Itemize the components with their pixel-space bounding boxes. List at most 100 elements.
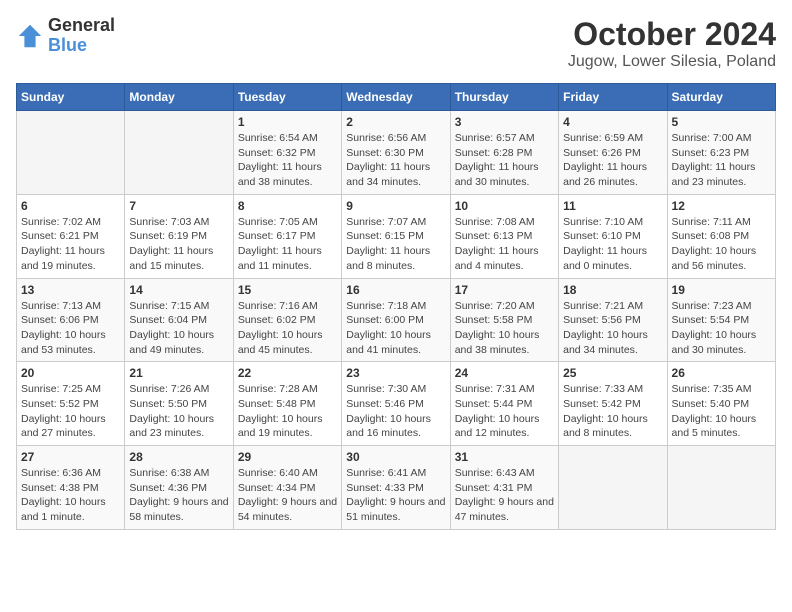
cell-info: Sunrise: 7:21 AM Sunset: 5:56 PM Dayligh… [563,299,662,358]
page-subtitle: Jugow, Lower Silesia, Poland [568,53,776,71]
cell-day-number: 21 [129,366,228,380]
cell-day-number: 17 [455,283,554,297]
week-row-3: 13 Sunrise: 7:13 AM Sunset: 6:06 PM Dayli… [17,278,776,362]
calendar-cell: 26Sunrise: 7:35 AM Sunset: 5:40 PM Dayli… [667,362,775,446]
logo-line2: Blue [48,36,115,56]
cell-info: Sunrise: 7:30 AM Sunset: 5:46 PM Dayligh… [346,382,445,441]
calendar-cell: 31 Sunrise: 6:43 AM Sunset: 4:31 PM Dayli… [450,446,558,530]
cell-info: Sunrise: 7:03 AM Sunset: 6:19 PM Dayligh… [129,215,228,274]
cell-day-number: 25 [563,366,662,380]
calendar-cell: 28Sunrise: 6:38 AM Sunset: 4:36 PM Dayli… [125,446,233,530]
cell-day-number: 1 [238,115,337,129]
calendar-cell: 6 Sunrise: 7:02 AM Sunset: 6:21 PM Daylig… [17,194,125,278]
calendar-cell: 13 Sunrise: 7:13 AM Sunset: 6:06 PM Dayli… [17,278,125,362]
cell-info: Sunrise: 7:10 AM Sunset: 6:10 PM Dayligh… [563,215,662,274]
cell-info: Sunrise: 7:20 AM Sunset: 5:58 PM Dayligh… [455,299,554,358]
cell-info: Sunrise: 6:54 AM Sunset: 6:32 PM Dayligh… [238,131,337,190]
calendar-cell: 18 Sunrise: 7:21 AM Sunset: 5:56 PM Dayli… [559,278,667,362]
week-row-1: 1 Sunrise: 6:54 AM Sunset: 6:32 PM Daylig… [17,111,776,195]
calendar-cell: 21 Sunrise: 7:26 AM Sunset: 5:50 PM Dayli… [125,362,233,446]
cell-info: Sunrise: 7:18 AM Sunset: 6:00 PM Dayligh… [346,299,445,358]
cell-day-number: 11 [563,199,662,213]
cell-day-number: 9 [346,199,445,213]
title-block: October 2024 Jugow, Lower Silesia, Polan… [568,16,776,71]
calendar-cell: 16 Sunrise: 7:18 AM Sunset: 6:00 PM Dayli… [342,278,450,362]
cell-day-number: 3 [455,115,554,129]
cell-day-number: 22 [238,366,337,380]
calendar-cell: 24 Sunrise: 7:31 AM Sunset: 5:44 PM Dayli… [450,362,558,446]
logo-line1: General [48,16,115,36]
cell-day-number: 27 [21,450,120,464]
week-row-2: 6 Sunrise: 7:02 AM Sunset: 6:21 PM Daylig… [17,194,776,278]
cell-info: Sunrise: 6:59 AM Sunset: 6:26 PM Dayligh… [563,131,662,190]
calendar-cell: 14Sunrise: 7:15 AM Sunset: 6:04 PM Dayli… [125,278,233,362]
cell-day-number: 26 [672,366,771,380]
week-row-4: 20Sunrise: 7:25 AM Sunset: 5:52 PM Dayli… [17,362,776,446]
page-header: General Blue October 2024 Jugow, Lower S… [16,16,776,71]
calendar-cell: 7 Sunrise: 7:03 AM Sunset: 6:19 PM Daylig… [125,194,233,278]
cell-day-number: 29 [238,450,337,464]
cell-info: Sunrise: 6:57 AM Sunset: 6:28 PM Dayligh… [455,131,554,190]
cell-day-number: 16 [346,283,445,297]
cell-info: Sunrise: 7:05 AM Sunset: 6:17 PM Dayligh… [238,215,337,274]
calendar-cell: 20Sunrise: 7:25 AM Sunset: 5:52 PM Dayli… [17,362,125,446]
cell-day-number: 13 [21,283,120,297]
calendar-cell [17,111,125,195]
calendar-cell: 10Sunrise: 7:08 AM Sunset: 6:13 PM Dayli… [450,194,558,278]
calendar-cell: 12 Sunrise: 7:11 AM Sunset: 6:08 PM Dayli… [667,194,775,278]
page-title: October 2024 [568,16,776,53]
cell-info: Sunrise: 6:56 AM Sunset: 6:30 PM Dayligh… [346,131,445,190]
calendar-cell: 4 Sunrise: 6:59 AM Sunset: 6:26 PM Daylig… [559,111,667,195]
calendar-cell: 5Sunrise: 7:00 AM Sunset: 6:23 PM Daylig… [667,111,775,195]
cell-day-number: 7 [129,199,228,213]
calendar-cell: 25 Sunrise: 7:33 AM Sunset: 5:42 PM Dayli… [559,362,667,446]
cell-day-number: 2 [346,115,445,129]
cell-info: Sunrise: 7:13 AM Sunset: 6:06 PM Dayligh… [21,299,120,358]
calendar-cell [667,446,775,530]
cell-info: Sunrise: 7:07 AM Sunset: 6:15 PM Dayligh… [346,215,445,274]
calendar-cell: 29 Sunrise: 6:40 AM Sunset: 4:34 PM Dayli… [233,446,341,530]
calendar-cell [559,446,667,530]
cell-info: Sunrise: 6:41 AM Sunset: 4:33 PM Dayligh… [346,466,445,525]
header-row: SundayMondayTuesdayWednesdayThursdayFrid… [17,84,776,111]
calendar-table: SundayMondayTuesdayWednesdayThursdayFrid… [16,83,776,530]
cell-day-number: 8 [238,199,337,213]
cell-day-number: 10 [455,199,554,213]
cell-day-number: 31 [455,450,554,464]
calendar-cell: 1 Sunrise: 6:54 AM Sunset: 6:32 PM Daylig… [233,111,341,195]
calendar-cell: 2 Sunrise: 6:56 AM Sunset: 6:30 PM Daylig… [342,111,450,195]
cell-info: Sunrise: 7:11 AM Sunset: 6:08 PM Dayligh… [672,215,771,274]
cell-day-number: 6 [21,199,120,213]
logo-text: General Blue [48,16,115,56]
cell-day-number: 24 [455,366,554,380]
calendar-cell: 30Sunrise: 6:41 AM Sunset: 4:33 PM Dayli… [342,446,450,530]
cell-info: Sunrise: 7:26 AM Sunset: 5:50 PM Dayligh… [129,382,228,441]
calendar-header: SundayMondayTuesdayWednesdayThursdayFrid… [17,84,776,111]
cell-info: Sunrise: 7:31 AM Sunset: 5:44 PM Dayligh… [455,382,554,441]
cell-info: Sunrise: 7:02 AM Sunset: 6:21 PM Dayligh… [21,215,120,274]
cell-day-number: 12 [672,199,771,213]
cell-info: Sunrise: 6:43 AM Sunset: 4:31 PM Dayligh… [455,466,554,525]
calendar-cell: 11 Sunrise: 7:10 AM Sunset: 6:10 PM Dayli… [559,194,667,278]
calendar-cell: 23 Sunrise: 7:30 AM Sunset: 5:46 PM Dayli… [342,362,450,446]
cell-info: Sunrise: 6:36 AM Sunset: 4:38 PM Dayligh… [21,466,120,525]
cell-info: Sunrise: 7:33 AM Sunset: 5:42 PM Dayligh… [563,382,662,441]
calendar-cell: 15 Sunrise: 7:16 AM Sunset: 6:02 PM Dayli… [233,278,341,362]
cell-day-number: 15 [238,283,337,297]
cell-day-number: 18 [563,283,662,297]
cell-info: Sunrise: 7:23 AM Sunset: 5:54 PM Dayligh… [672,299,771,358]
calendar-cell: 22 Sunrise: 7:28 AM Sunset: 5:48 PM Dayli… [233,362,341,446]
cell-day-number: 14 [129,283,228,297]
cell-day-number: 20 [21,366,120,380]
cell-info: Sunrise: 7:16 AM Sunset: 6:02 PM Dayligh… [238,299,337,358]
cell-info: Sunrise: 6:40 AM Sunset: 4:34 PM Dayligh… [238,466,337,525]
cell-day-number: 4 [563,115,662,129]
header-cell-friday: Friday [559,84,667,111]
cell-info: Sunrise: 7:28 AM Sunset: 5:48 PM Dayligh… [238,382,337,441]
header-cell-thursday: Thursday [450,84,558,111]
cell-day-number: 23 [346,366,445,380]
header-cell-wednesday: Wednesday [342,84,450,111]
header-cell-tuesday: Tuesday [233,84,341,111]
cell-info: Sunrise: 6:38 AM Sunset: 4:36 PM Dayligh… [129,466,228,525]
cell-day-number: 5 [672,115,771,129]
